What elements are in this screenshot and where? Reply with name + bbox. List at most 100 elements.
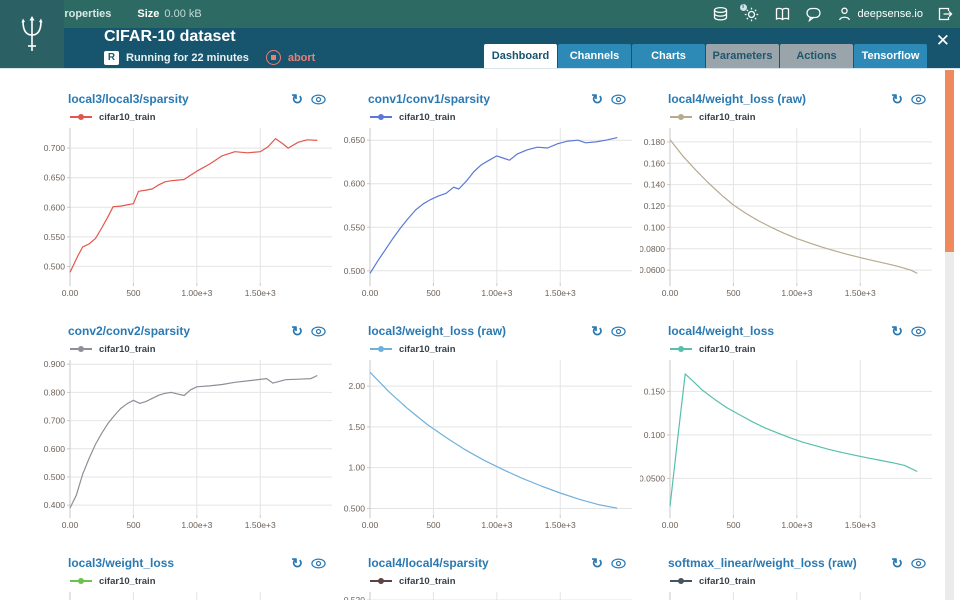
svg-text:1.50: 1.50 (348, 422, 365, 432)
close-icon[interactable]: ✕ (936, 32, 950, 49)
documentation-book-icon[interactable] (774, 6, 792, 23)
chart-plot: 0.4000.5000.6000.7000.8000.9000.005001.0… (40, 357, 332, 535)
status-badge: R (104, 51, 119, 65)
feedback-chat-icon[interactable] (805, 6, 823, 23)
chart-plot: 0.005001.00e+31.50e+3 (640, 589, 932, 600)
visibility-eye-icon[interactable] (911, 326, 926, 337)
svg-text:2.00: 2.00 (348, 381, 365, 391)
chart-title: local3/weight_loss (68, 556, 174, 570)
svg-text:0.00: 0.00 (662, 288, 679, 298)
svg-text:1.50e+3: 1.50e+3 (545, 520, 576, 530)
status-row: R Running for 22 minutes abort (104, 50, 315, 65)
svg-text:1.50e+3: 1.50e+3 (845, 288, 876, 298)
chart-legend: cifar10_train (640, 341, 930, 357)
chart-plot: 0.06000.08000.1000.1200.1400.1600.1800.0… (640, 125, 932, 303)
svg-text:1.50e+3: 1.50e+3 (245, 288, 276, 298)
top-bar-actions: i deepsense.io (712, 6, 960, 23)
legend-label: cifar10_train (399, 112, 456, 123)
chart-plot: 0.005001.00e+31.50e+3 (40, 589, 332, 600)
refresh-icon[interactable]: ↻ (591, 92, 603, 106)
database-icon[interactable] (712, 6, 730, 23)
svg-text:0.520: 0.520 (344, 595, 366, 600)
visibility-eye-icon[interactable] (611, 558, 626, 569)
legend-marker (70, 580, 92, 582)
job-header: CIFAR-10 dataset R Running for 22 minute… (0, 28, 960, 68)
svg-text:0.900: 0.900 (44, 359, 66, 369)
chart-card: local3/local3/sparsity↻cifar10_train0.50… (40, 89, 330, 301)
chart-plot: 0.5001.001.502.000.005001.00e+31.50e+3 (340, 357, 632, 535)
chart-card: conv1/conv1/sparsity↻ cifar10_train 0.5000… (340, 89, 630, 301)
chart-actions: ↻ (591, 92, 630, 106)
chart-legend: cifar10_train (640, 109, 930, 125)
legend-marker (670, 580, 692, 582)
settings-gear-icon[interactable]: i (743, 6, 761, 23)
tab-parameters[interactable]: Parameters (706, 44, 779, 68)
visibility-eye-icon[interactable] (911, 94, 926, 105)
visibility-eye-icon[interactable] (311, 94, 326, 105)
refresh-icon[interactable]: ↻ (591, 324, 603, 338)
svg-text:0.800: 0.800 (44, 387, 66, 397)
visibility-eye-icon[interactable] (911, 558, 926, 569)
legend-marker (70, 348, 92, 350)
account-menu[interactable]: deepsense.io (836, 6, 923, 23)
refresh-icon[interactable]: ↻ (291, 324, 303, 338)
visibility-eye-icon[interactable] (611, 326, 626, 337)
chart-title: conv2/conv2/sparsity (68, 324, 190, 338)
stop-icon[interactable] (266, 50, 281, 65)
scrollbar-track[interactable] (945, 70, 954, 600)
svg-text:1.00e+3: 1.00e+3 (181, 288, 212, 298)
chart-header: conv1/conv1/sparsity↻ (340, 89, 630, 109)
visibility-eye-icon[interactable] (311, 326, 326, 337)
refresh-icon[interactable]: ↻ (291, 92, 303, 106)
chart-actions: ↻ (591, 556, 630, 570)
chart-plot: 0.5000.5500.6000.6500.7000.005001.00e+31… (40, 125, 332, 303)
chart-actions: ↻ (291, 556, 330, 570)
svg-text:0.650: 0.650 (344, 135, 366, 145)
refresh-icon[interactable]: ↻ (891, 324, 903, 338)
status-text: Running for 22 minutes (126, 52, 249, 64)
chart-plot: 0.05000.1000.1500.005001.00e+31.50e+3 (640, 357, 932, 535)
tab-tensorflow[interactable]: Tensorflow (854, 44, 927, 68)
tab-charts[interactable]: Charts (632, 44, 705, 68)
refresh-icon[interactable]: ↻ (291, 556, 303, 570)
legend-label: cifar10_train (99, 576, 156, 587)
chart-legend: cifar10_train (340, 341, 630, 357)
tab-actions[interactable]: Actions (780, 44, 853, 68)
chart-title: local4/local4/sparsity (368, 556, 489, 570)
scrollbar-thumb[interactable] (945, 70, 954, 252)
chart-title: softmax_linear/weight_loss (raw) (668, 556, 857, 570)
tab-channels[interactable]: Channels (558, 44, 631, 68)
refresh-icon[interactable]: ↻ (891, 556, 903, 570)
svg-text:500: 500 (126, 520, 140, 530)
svg-text:0.100: 0.100 (644, 222, 666, 232)
svg-text:500: 500 (726, 288, 740, 298)
svg-text:0.650: 0.650 (44, 173, 66, 183)
svg-text:500: 500 (126, 288, 140, 298)
chart-header: local4/local4/sparsity ↻ (340, 553, 630, 573)
visibility-eye-icon[interactable] (611, 94, 626, 105)
svg-text:0.140: 0.140 (644, 180, 666, 190)
chart-legend: cifar10_train (40, 341, 330, 357)
user-icon (836, 6, 854, 23)
visibility-eye-icon[interactable] (311, 558, 326, 569)
refresh-icon[interactable]: ↻ (591, 556, 603, 570)
svg-text:0.0500: 0.0500 (640, 473, 665, 483)
tab-bar: DashboardChannelsChartsParametersActions… (484, 44, 927, 68)
chart-card: local4/weight_loss↻cifar10_train0.05000.… (640, 321, 930, 533)
chart-plot: 0.5000.5500.6000.6500.005001.00e+31.50e+… (340, 125, 632, 303)
svg-text:0.0600: 0.0600 (640, 265, 665, 275)
chart-card: conv2/conv2/sparsity↻cifar10_train0.4000… (40, 321, 330, 533)
refresh-icon[interactable]: ↻ (891, 92, 903, 106)
svg-text:0.120: 0.120 (644, 201, 666, 211)
legend-marker (370, 580, 392, 582)
chart-header: local4/weight_loss (raw)↻ (640, 89, 930, 109)
svg-text:0.100: 0.100 (644, 430, 666, 440)
logout-icon[interactable] (936, 6, 954, 23)
tab-dashboard[interactable]: Dashboard (484, 44, 557, 68)
svg-text:0.550: 0.550 (344, 222, 366, 232)
chart-card: softmax_linear/weight_loss (raw)↻cifar10… (640, 553, 930, 600)
svg-text:0.500: 0.500 (44, 472, 66, 482)
abort-button[interactable]: abort (288, 52, 316, 64)
brand-logo[interactable] (0, 0, 64, 68)
chart-card: local3/weight_loss ↻ cifar10_train 0.005001… (40, 553, 330, 600)
